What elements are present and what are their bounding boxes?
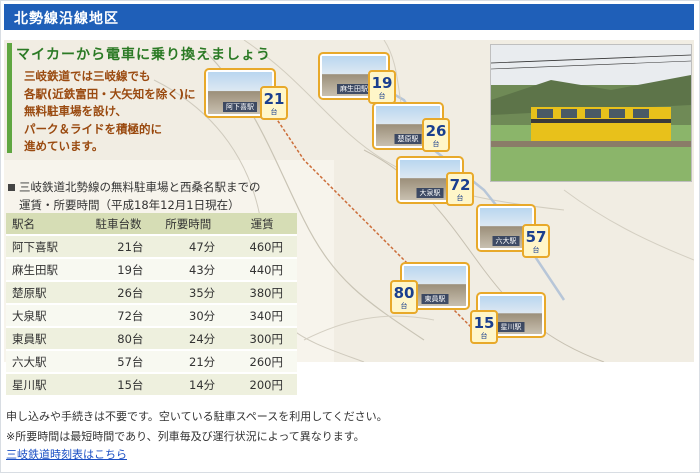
table-row: 阿下喜駅 21台 47分 460円 [6, 234, 297, 258]
map-card-label: 大泉駅 [416, 188, 444, 198]
map-count-unit: 台 [456, 194, 464, 202]
catch-title: マイカーから電車に乗り換えましょう [16, 47, 271, 63]
table-header-row: 駅名 駐車台数 所要時間 運賃 [6, 213, 297, 236]
cell-time: 35分 [149, 280, 228, 304]
map-count-number: 21 [263, 90, 285, 108]
map-count-unit: 台 [270, 108, 278, 116]
col-fare: 運賃 [227, 213, 297, 236]
col-time: 所要時間 [149, 213, 228, 236]
map-count-sohara: 26 台 [422, 118, 450, 152]
cell-time: 21分 [149, 349, 228, 373]
cell-fare: 200円 [227, 372, 297, 395]
map-card-label: 六大駅 [492, 236, 520, 246]
table-row: 麻生田駅 19台 43分 440円 [6, 257, 297, 281]
note-time-disclaimer: ※所要時間は最短時間であり、列車毎及び運行状況によって異なります。 [6, 430, 365, 443]
map-count-unit: 台 [532, 246, 540, 254]
catch-line: パーク＆ライドを積極的に [24, 121, 162, 136]
map-count-number: 72 [449, 176, 471, 194]
cell-fare: 340円 [227, 303, 297, 327]
table-row: 東員駅 80台 24分 300円 [6, 326, 297, 350]
cell-station: 東員駅 [6, 326, 88, 350]
cell-spaces: 19台 [87, 257, 150, 281]
cell-spaces: 26台 [87, 280, 150, 304]
map-count-unit: 台 [400, 302, 408, 310]
cell-fare: 300円 [227, 326, 297, 350]
cell-time: 14分 [149, 372, 228, 395]
map-count-unit: 台 [480, 332, 488, 340]
map-count-rokuda: 57 台 [522, 224, 550, 258]
train-photo [490, 44, 692, 182]
section-title: 北勢線沿線地区 [14, 11, 119, 27]
table-row: 大泉駅 72台 30分 340円 [6, 303, 297, 327]
map-card-label: 楚原駅 [394, 134, 422, 144]
map-count-ouda: 19 台 [368, 70, 396, 104]
note-no-procedure: 申し込みや手続きは不要です。空いている駐車スペースを利用してください。 [6, 410, 388, 423]
cell-spaces: 72台 [87, 303, 150, 327]
map-count-number: 19 [371, 74, 393, 92]
timetable-link[interactable]: 三岐鉄道時刻表はこちら [6, 446, 127, 462]
map-count-number: 80 [393, 284, 415, 302]
catch-line: 各駅(近鉄富田・大矢知を除く)に [24, 86, 196, 101]
map-count-number: 15 [473, 314, 495, 332]
table-row: 星川駅 15台 14分 200円 [6, 372, 297, 395]
fare-heading-line1: 三岐鉄道北勢線の無料駐車場と西桑名駅までの [19, 180, 261, 194]
cell-time: 47分 [149, 234, 228, 258]
cell-spaces: 21台 [87, 234, 150, 258]
cell-fare: 380円 [227, 280, 297, 304]
map-count-unit: 台 [432, 140, 440, 148]
table-row: 楚原駅 26台 35分 380円 [6, 280, 297, 304]
cell-fare: 460円 [227, 234, 297, 258]
cell-fare: 440円 [227, 257, 297, 281]
catch-line: 三岐鉄道では三岐線でも [24, 69, 151, 83]
cell-time: 24分 [149, 326, 228, 350]
cell-station: 六大駅 [6, 349, 88, 373]
map-count-number: 57 [525, 228, 547, 246]
cell-time: 30分 [149, 303, 228, 327]
map-count-ageki: 21 台 [260, 86, 288, 120]
cell-fare: 260円 [227, 349, 297, 373]
map-card-label: 麻生田駅 [337, 84, 371, 94]
map-count-toin: 80 台 [390, 280, 418, 314]
cell-station: 楚原駅 [6, 280, 88, 304]
cell-spaces: 80台 [87, 326, 150, 350]
map-card-label: 星川駅 [497, 322, 525, 332]
map-count-unit: 台 [378, 92, 386, 100]
cell-time: 43分 [149, 257, 228, 281]
map-count-oizumi: 72 台 [446, 172, 474, 206]
cell-spaces: 15台 [87, 372, 150, 395]
section-header: 北勢線沿線地区 [4, 4, 694, 30]
map-count-hoshikawa: 15 台 [470, 310, 498, 344]
bullet-square-icon [8, 184, 15, 191]
cell-spaces: 57台 [87, 349, 150, 373]
fare-table: 駅名 駐車台数 所要時間 運賃 阿下喜駅 21台 47分 460円 麻生田駅 1… [6, 213, 297, 395]
col-station: 駅名 [6, 213, 88, 236]
table-row: 六大駅 57台 21分 260円 [6, 349, 297, 373]
catch-accent-bar [7, 43, 12, 153]
cell-station: 星川駅 [6, 372, 88, 395]
catch-line: 無料駐車場を設け、 [24, 104, 127, 118]
catch-line: 進めています。 [24, 139, 104, 153]
cell-station: 阿下喜駅 [6, 234, 88, 258]
cell-station: 大泉駅 [6, 303, 88, 327]
col-spaces: 駐車台数 [87, 213, 150, 236]
map-card-label: 阿下喜駅 [223, 102, 257, 112]
map-card-label: 東員駅 [421, 294, 449, 304]
catch-body: 三岐鉄道では三岐線でも 各駅(近鉄富田・大矢知を除く)に 無料駐車場を設け、 パ… [24, 68, 234, 156]
cell-station: 麻生田駅 [6, 257, 88, 281]
map-count-number: 26 [425, 122, 447, 140]
fare-heading: 三岐鉄道北勢線の無料駐車場と西桑名駅までの 運賃・所要時間（平成18年12月1日… [8, 178, 261, 214]
fare-heading-line2: 運賃・所要時間（平成18年12月1日現在） [19, 198, 240, 212]
